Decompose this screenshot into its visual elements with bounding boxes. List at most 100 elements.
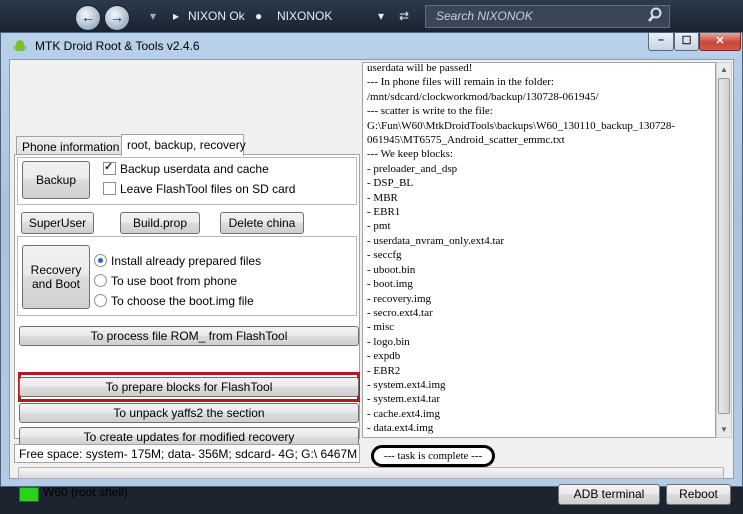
minimize-icon: – (657, 34, 665, 46)
maximize-button[interactable]: ☐ (674, 33, 699, 51)
radio-boot-from-phone[interactable]: To use boot from phone (94, 274, 237, 288)
log-line: - system.ext4.tar (367, 393, 441, 406)
log-lines: userdata will be passed! --- In phone fi… (367, 62, 712, 436)
log-line: 061945\MT6575_Android_scatter_emmc.txt (367, 134, 565, 147)
task-status-text: --- task is complete --- (383, 450, 483, 462)
client-area: Phone information root, backup, recovery… (9, 59, 734, 479)
back-button[interactable]: ← (75, 5, 101, 31)
log-line: - userdata_nvram_only.ext4.tar (367, 234, 505, 247)
buildprop-button[interactable]: Build.prop (120, 212, 200, 234)
progress-bar (18, 467, 724, 479)
adb-terminal-label: ADB terminal (573, 487, 645, 501)
refresh-icon[interactable]: ⇄ (399, 9, 409, 23)
radio-label: To choose the boot.img file (111, 294, 254, 308)
superuser-label: SuperUser (28, 216, 87, 230)
close-button[interactable]: ✕ (699, 33, 741, 51)
minimize-button[interactable]: – (648, 33, 674, 51)
recovery-button-line: and Boot (31, 277, 81, 291)
tab-phone-information[interactable]: Phone information (16, 136, 122, 156)
log-line: - data.ext4.img (367, 422, 434, 435)
search-icon (648, 7, 662, 22)
delete-china-button[interactable]: Delete china (220, 212, 304, 234)
reboot-button[interactable]: Reboot (666, 484, 731, 505)
backup-button[interactable]: Backup (22, 161, 90, 199)
breadcrumb-separator-icon: ● (255, 9, 263, 23)
log-line: - EBR2 (367, 364, 401, 377)
log-line: - recovery.img (367, 292, 432, 305)
recovery-group: Recovery and Boot Install already prepar… (17, 236, 357, 316)
backup-userdata-checkbox[interactable]: Backup userdata and cache (103, 160, 269, 176)
log-scrollbar[interactable]: ▲ ▼ (716, 62, 732, 438)
process-rom-label: To process file ROM_ from FlashTool (90, 329, 288, 343)
tab-root-backup-recovery[interactable]: root, backup, recovery (121, 134, 246, 156)
chevron-right-icon: ▸ (173, 9, 180, 23)
recovery-and-boot-button[interactable]: Recovery and Boot (22, 245, 90, 309)
explorer-toolbar: ← → ▾ ▸ NIXON Ok ● NIXONOK ▾ ⇄ Search NI… (0, 0, 743, 33)
recovery-button-line: Recovery (30, 263, 82, 277)
connection-status-indicator (19, 487, 39, 502)
checkbox-unchecked-icon (103, 182, 116, 195)
superuser-button[interactable]: SuperUser (21, 212, 94, 234)
log-line: - EBR1 (367, 206, 401, 219)
maximize-icon: ☐ (681, 35, 692, 47)
unpack-yaffs-label: To unpack yaffs2 the section (113, 406, 265, 420)
leave-flashtool-checkbox[interactable]: Leave FlashTool files on SD card (103, 182, 295, 196)
scroll-down-icon[interactable]: ▼ (717, 423, 731, 437)
log-line: /mnt/sdcard/clockworkmod/backup/130728-0… (367, 90, 599, 103)
log-line: - DSP_BL (367, 177, 414, 190)
log-line: - cache.ext4.img (367, 407, 440, 420)
radio-choose-boot-img[interactable]: To choose the boot.img file (94, 294, 254, 308)
search-placeholder: Search NIXONOK (436, 9, 533, 23)
log-line: userdata will be passed! (367, 62, 473, 74)
log-line: G:\Fun\W60\MtkDroidTools\backups\W60_130… (367, 119, 676, 132)
process-rom-button[interactable]: To process file ROM_ from FlashTool (19, 326, 359, 346)
log-line: - seccfg (367, 249, 402, 262)
log-line: - pmt (367, 220, 391, 233)
breadcrumb-item[interactable]: NIXONOK (277, 9, 332, 23)
chevron-down-icon[interactable]: ▾ (378, 9, 384, 23)
tab-label: root, backup, recovery (127, 138, 246, 152)
android-icon (14, 40, 26, 51)
title-bar[interactable]: MTK Droid Root & Tools v2.4.6 – ☐ ✕ (1, 33, 742, 59)
log-line: - system.ext4.img (367, 378, 446, 391)
buildprop-label: Build.prop (132, 216, 188, 230)
log-line: --- scatter is write to the file: (367, 105, 493, 118)
backup-button-label: Backup (35, 173, 77, 187)
radio-install-prepared[interactable]: Install already prepared files (94, 254, 261, 268)
arrow-right-icon: → (110, 9, 124, 25)
scrollbar-thumb[interactable] (718, 78, 730, 414)
reboot-label: Reboot (679, 487, 718, 501)
tab-panel: Backup Backup userdata and cache Leave F… (14, 154, 360, 447)
prepare-blocks-button[interactable]: To prepare blocks for FlashTool (19, 377, 359, 397)
status-bar: W60 (root shell) ADB terminal Reboot (9, 480, 734, 514)
radio-selected-icon (94, 254, 107, 267)
radio-unselected-icon (94, 274, 107, 287)
backup-group: Backup Backup userdata and cache Leave F… (17, 157, 357, 205)
prepare-blocks-label: To prepare blocks for FlashTool (105, 380, 273, 394)
device-status-text: W60 (root shell) (43, 485, 128, 499)
window-title: MTK Droid Root & Tools v2.4.6 (35, 39, 200, 53)
checkbox-label: Backup userdata and cache (120, 162, 269, 176)
adb-terminal-button[interactable]: ADB terminal (558, 484, 660, 505)
log-output[interactable]: userdata will be passed! --- In phone fi… (362, 62, 716, 438)
chevron-down-icon[interactable]: ▾ (150, 9, 156, 23)
log-line: --- We keep blocks: (367, 148, 453, 161)
checkbox-checked-icon (103, 160, 116, 175)
search-input[interactable]: Search NIXONOK (425, 5, 670, 28)
log-line: - misc (367, 321, 395, 334)
arrow-left-icon: ← (81, 9, 95, 25)
log-line: - preloader_and_dsp (367, 162, 458, 175)
task-complete-highlight: --- task is complete --- (371, 445, 495, 467)
free-space-field: Free space: system- 175M; data- 356M; sd… (14, 444, 360, 463)
scroll-up-icon[interactable]: ▲ (717, 63, 731, 77)
radio-label: Install already prepared files (111, 254, 262, 268)
unpack-yaffs-button[interactable]: To unpack yaffs2 the section (19, 403, 359, 423)
delete-china-label: Delete china (228, 216, 296, 230)
log-line: - secro.ext4.tar (367, 306, 433, 319)
app-window: MTK Droid Root & Tools v2.4.6 – ☐ ✕ Phon… (0, 32, 743, 505)
log-line: - boot.img (367, 278, 413, 291)
radio-unselected-icon (94, 294, 107, 307)
breadcrumb-item[interactable]: NIXON Ok (188, 9, 245, 23)
forward-button[interactable]: → (104, 5, 130, 31)
radio-label: To use boot from phone (111, 274, 238, 288)
